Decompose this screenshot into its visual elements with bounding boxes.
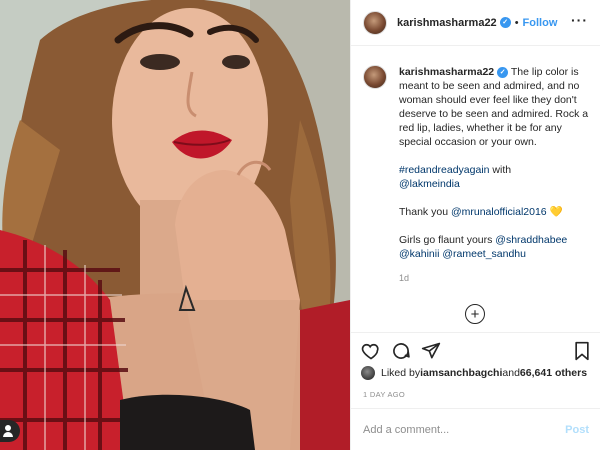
likes-others-link[interactable]: 66,641 others: [520, 367, 587, 379]
caption-timestamp: 1d: [399, 273, 410, 283]
more-options-icon[interactable]: ···: [571, 12, 588, 28]
user-icon-body: [3, 432, 13, 437]
user-icon-head: [5, 425, 11, 431]
caption-verified-badge-icon: ✓: [497, 66, 509, 78]
brand-mention-link[interactable]: @lakmeindia: [399, 178, 460, 190]
bookmark-icon[interactable]: [573, 341, 591, 366]
author-avatar[interactable]: [363, 10, 387, 35]
caption-with-text: with: [489, 164, 512, 176]
share-icon[interactable]: [421, 341, 441, 366]
action-bar: [351, 332, 600, 368]
post-photo[interactable]: [0, 0, 350, 450]
yellow-heart-icon: 💛: [549, 206, 563, 218]
mention-link-shraddhabee[interactable]: @shraddhabee: [495, 234, 567, 246]
caption-username[interactable]: karishmasharma22: [399, 66, 494, 78]
liker-username[interactable]: iamsanchbagchi: [420, 367, 502, 379]
header-separator: •: [514, 16, 519, 29]
comment-input[interactable]: [363, 423, 566, 436]
flaunt-text: Girls go flaunt yours: [399, 234, 496, 246]
author-username[interactable]: karishmasharma22: [397, 17, 497, 29]
post-timestamp: 1 DAY AGO: [363, 390, 406, 399]
caption-row: karishmasharma22 ✓ The lip color is meant…: [363, 65, 589, 285]
caption-author-avatar[interactable]: [363, 65, 387, 89]
thanks-text: Thank you: [399, 206, 451, 218]
mention-link-kahinii[interactable]: @kahinii: [399, 248, 439, 260]
plus-circle-icon[interactable]: +: [465, 304, 485, 324]
comment-icon[interactable]: [391, 341, 411, 366]
mention-link-rameet[interactable]: @rameet_sandhu: [442, 248, 526, 260]
thanks-mention-link[interactable]: @mrunalofficial2016: [451, 206, 547, 218]
liker-avatar[interactable]: [361, 366, 375, 380]
hashtag-link[interactable]: #redandreadyagain: [399, 164, 490, 176]
likes-prefix: Liked by: [381, 367, 421, 379]
heart-icon[interactable]: [361, 341, 381, 366]
likes-summary: Liked by iamsanchbagchi and 66,641 other…: [361, 366, 587, 380]
post-sidebar: karishmasharma22 ✓ • Follow ··· karishma…: [350, 0, 600, 450]
caption-text: karishmasharma22 ✓ The lip color is meant…: [399, 65, 589, 285]
likes-middle: and: [502, 367, 520, 379]
follow-button[interactable]: Follow: [523, 17, 558, 29]
post-header: karishmasharma22 ✓ • Follow ···: [351, 0, 600, 46]
caption-body: The lip color is meant to be seen and ad…: [399, 66, 589, 148]
post-comment-button[interactable]: Post: [565, 424, 589, 436]
verified-badge-icon: ✓: [499, 17, 511, 28]
portrait-illustration: [0, 0, 350, 450]
caption-section: karishmasharma22 ✓ The lip color is meant…: [351, 47, 600, 332]
comment-form: Post: [351, 408, 600, 450]
